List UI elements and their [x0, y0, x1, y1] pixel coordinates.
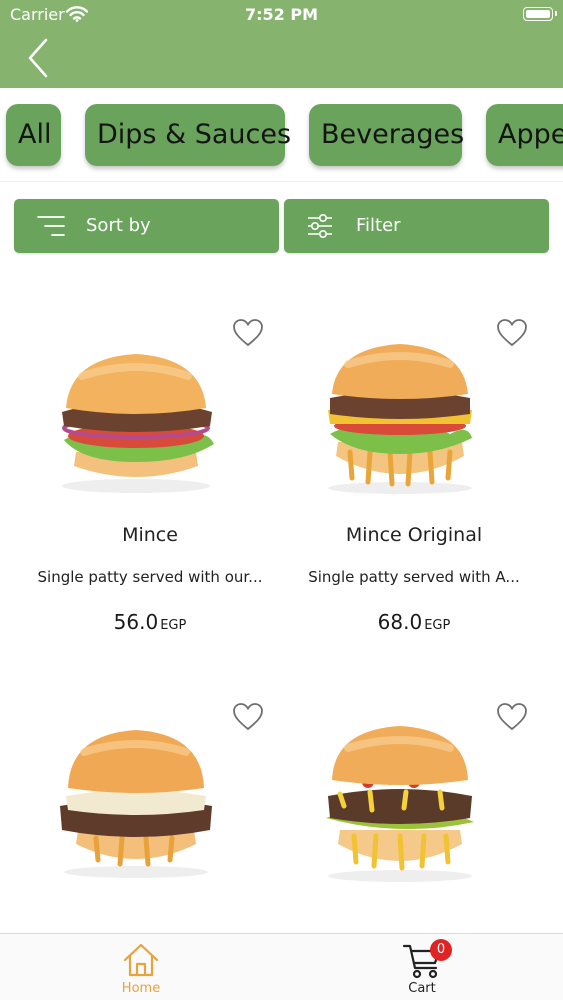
price-currency: EGP [424, 618, 451, 633]
product-card[interactable]: Mince Original Single patty served with … [282, 290, 546, 670]
cart-count-badge: 0 [430, 939, 452, 961]
category-chip-dips-sauces[interactable]: Dips & Sauces [85, 104, 291, 166]
burger-image [310, 726, 490, 896]
tab-home-label: Home [121, 981, 161, 996]
category-label: Dips & Sauces [97, 119, 292, 150]
product-price: 56.0 EGP [18, 610, 282, 634]
category-label: All [18, 119, 52, 150]
sort-lines-icon [36, 212, 66, 245]
heart-icon[interactable] [496, 702, 528, 736]
sort-label: Sort by [86, 215, 151, 236]
burger-image [46, 726, 226, 896]
heart-icon[interactable] [496, 318, 528, 352]
heart-icon[interactable] [232, 702, 264, 736]
product-card[interactable]: Mince Single patty served with our... 56… [18, 290, 282, 670]
burger-image [46, 328, 226, 498]
burger-image [310, 328, 490, 498]
heart-icon[interactable] [232, 318, 264, 352]
product-name: Mince Original [345, 524, 483, 546]
category-chip-appetizers[interactable]: Appe [486, 104, 563, 166]
product-description: Single patty served with A... [308, 568, 520, 586]
product-description: Single patty served with our... [37, 568, 263, 586]
price-value: 56.0 [113, 610, 159, 634]
category-chip-beverages[interactable]: Beverages [309, 104, 465, 166]
product-card[interactable] [18, 676, 282, 916]
clock-time: 7:52 PM [244, 5, 318, 24]
filter-label: Filter [356, 215, 401, 236]
filter-button[interactable]: Filter [284, 199, 549, 253]
category-label: Beverages [321, 119, 465, 150]
product-name: Mince [122, 524, 178, 546]
header-bar: Carrier 7:52 PM [0, 0, 563, 88]
sort-button[interactable]: Sort by [14, 199, 279, 253]
category-strip[interactable]: All Dips & Sauces Beverages Appe [0, 88, 563, 182]
tab-cart[interactable]: 0 Cart [352, 934, 492, 1000]
price-currency: EGP [160, 618, 187, 633]
price-value: 68.0 [377, 610, 423, 634]
category-chip-all[interactable]: All [6, 104, 61, 166]
home-icon [122, 941, 160, 983]
product-card[interactable] [282, 676, 546, 916]
back-button[interactable] [22, 36, 56, 80]
bottom-tab-bar: Home 0 Cart [0, 933, 563, 1000]
category-label: Appe [498, 119, 563, 150]
sliders-icon [306, 212, 334, 245]
product-price: 68.0 EGP [282, 610, 546, 634]
status-bar: Carrier 7:52 PM [0, 0, 563, 30]
tab-home[interactable]: Home [71, 934, 211, 1000]
battery-icon [523, 7, 557, 21]
chevron-left-icon [28, 38, 48, 78]
tab-cart-label: Cart [408, 981, 436, 996]
